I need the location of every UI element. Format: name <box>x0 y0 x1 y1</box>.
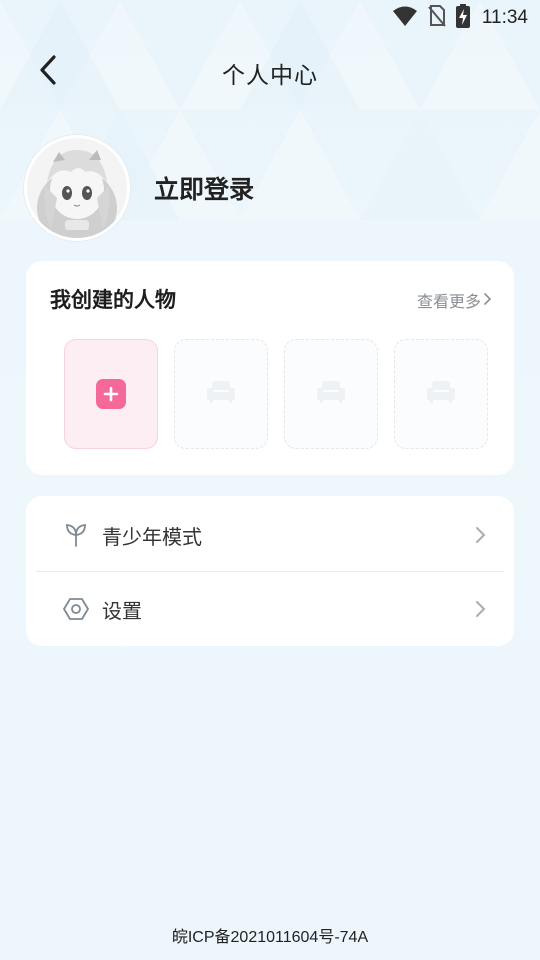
menu-card: 青少年模式 设置 <box>26 496 514 646</box>
empty-character-slot <box>284 339 378 449</box>
plus-icon <box>96 379 126 409</box>
menu-item-teen-mode[interactable]: 青少年模式 <box>26 498 514 572</box>
menu-item-label: 青少年模式 <box>102 524 202 549</box>
hexagon-gear-icon <box>62 595 90 623</box>
avatar[interactable] <box>24 135 130 241</box>
anime-avatar-icon <box>27 138 127 238</box>
battery-charging-icon <box>455 4 470 32</box>
chevron-right-icon <box>483 291 492 310</box>
login-button[interactable]: 立即登录 <box>154 170 254 206</box>
header: 个人中心 <box>0 44 540 98</box>
add-character-button[interactable] <box>64 339 158 449</box>
created-characters-card: 我创建的人物 查看更多 <box>26 261 514 475</box>
see-more-link[interactable]: 查看更多 <box>417 288 492 312</box>
status-time: 11:34 <box>481 7 528 28</box>
page-title: 个人中心 <box>222 63 318 89</box>
sofa-icon <box>316 380 346 408</box>
empty-character-slot <box>394 339 488 449</box>
see-more-label: 查看更多 <box>416 292 481 311</box>
menu-item-settings[interactable]: 设置 <box>26 572 514 646</box>
empty-character-slot <box>174 339 268 449</box>
wifi-icon <box>392 5 418 31</box>
menu-item-label: 设置 <box>102 598 142 623</box>
sofa-icon <box>206 380 236 408</box>
section-title: 我创建的人物 <box>50 288 176 312</box>
chevron-right-icon <box>474 599 488 619</box>
sofa-icon <box>426 380 456 408</box>
status-bar: 11:34 <box>0 0 540 36</box>
icp-footer: 皖ICP备2021011604号-74A <box>171 929 369 946</box>
no-sim-icon <box>428 5 446 31</box>
sprout-icon <box>62 521 90 549</box>
chevron-right-icon <box>474 525 488 545</box>
